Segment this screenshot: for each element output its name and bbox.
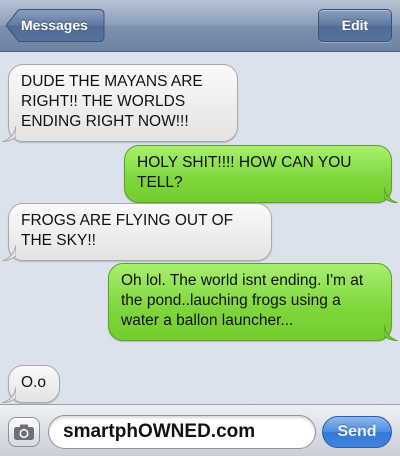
message-text: HOLY SHIT!!!! HOW CAN YOU TELL? <box>137 154 352 191</box>
message-text: FROGS ARE FLYING OUT OF THE SKY!! <box>21 212 234 249</box>
bubble-tail <box>2 245 16 261</box>
camera-icon <box>14 424 34 440</box>
message-bubble-incoming: FROGS ARE FLYING OUT OF THE SKY!! <box>2 203 272 261</box>
camera-button[interactable] <box>8 417 40 447</box>
bubble-tail <box>384 187 398 203</box>
bubble-tail <box>384 325 398 341</box>
message-bubble-incoming: O.o <box>2 365 60 403</box>
edit-button[interactable]: Edit <box>318 9 392 42</box>
message-bubble-incoming: DUDE THE MAYANS ARE RIGHT!! THE WORLDS E… <box>2 64 238 142</box>
navigation-bar: Messages Edit <box>0 0 400 52</box>
message-text: O.o <box>21 374 46 391</box>
back-button[interactable]: Messages <box>5 9 105 42</box>
message-bubble-outgoing: HOLY SHIT!!!! HOW CAN YOU TELL? <box>124 145 398 203</box>
message-text: Oh lol. The world isnt ending. I'm at th… <box>121 272 364 329</box>
bubble-tail <box>2 387 16 403</box>
message-bubble-outgoing: Oh lol. The world isnt ending. I'm at th… <box>108 263 398 341</box>
back-button-label: Messages <box>21 17 88 33</box>
message-text-field[interactable]: smartphOWNED.com <box>48 415 316 449</box>
message-text: DUDE THE MAYANS ARE RIGHT!! THE WORLDS E… <box>21 73 203 130</box>
message-input-bar: smartphOWNED.com Send <box>0 404 400 456</box>
conversation: DUDE THE MAYANS ARE RIGHT!! THE WORLDS E… <box>0 52 400 403</box>
bubble-tail <box>2 126 16 142</box>
send-button[interactable]: Send <box>322 416 392 448</box>
